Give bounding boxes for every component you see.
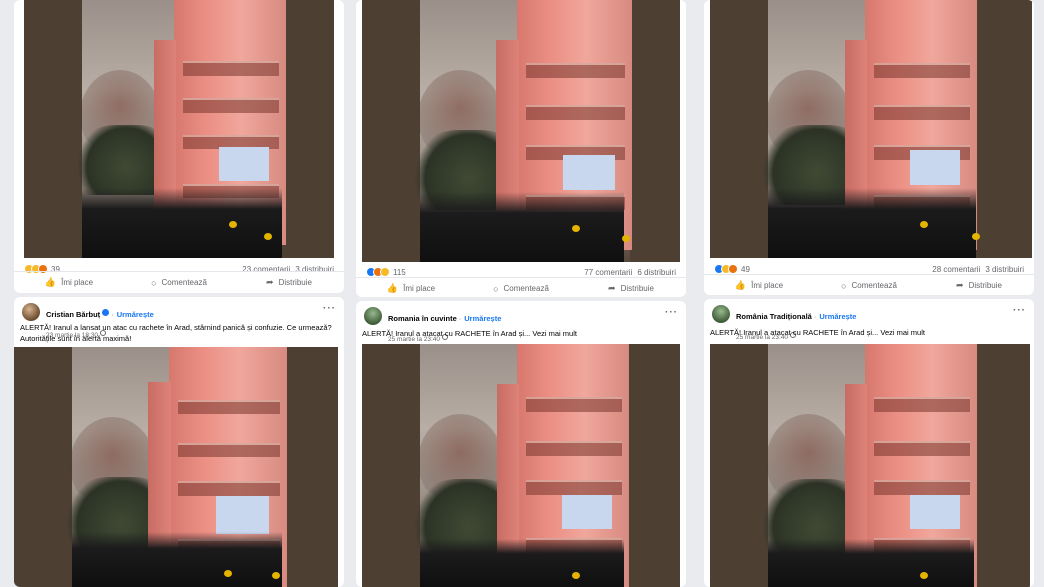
share-button[interactable]: ➦ Distribuie xyxy=(576,278,686,297)
post-photo[interactable] xyxy=(362,0,680,262)
comment-label: Comentează xyxy=(851,281,897,290)
reaction-summary[interactable]: 49 xyxy=(714,264,750,274)
reaction-count: 49 xyxy=(741,264,750,274)
comment-label: Comentează xyxy=(503,284,549,293)
comment-button[interactable]: ○ Comentează xyxy=(124,272,234,293)
author-avatar[interactable] xyxy=(22,303,40,321)
post-card-top: 49 28 comentarii 3 distribuiri 👍 Îmi plac… xyxy=(704,0,1034,295)
post-card: Cristian Bărbuț · Urmărește 23 martie la 1… xyxy=(14,297,344,587)
more-options-icon[interactable]: ··· xyxy=(323,303,336,314)
like-button[interactable]: 👍 Îmi place xyxy=(356,278,466,297)
separator-dot: · xyxy=(813,312,817,321)
share-count[interactable]: 3 distribuiri xyxy=(985,265,1024,274)
thumbs-up-icon: 👍 xyxy=(44,277,57,287)
comment-button[interactable]: ○ Comentează xyxy=(814,275,924,295)
share-count[interactable]: 6 distribuiri xyxy=(637,268,676,277)
post-photo[interactable] xyxy=(24,0,334,258)
comment-button[interactable]: ○ Comentează xyxy=(466,278,576,297)
follow-button[interactable]: Urmărește xyxy=(464,314,501,323)
post-photo[interactable] xyxy=(710,0,1032,258)
haha-reaction-icon xyxy=(380,267,390,277)
comment-count[interactable]: 28 comentarii xyxy=(932,265,980,274)
post-card: Romania în cuvinte · Urmărește 25 martie l… xyxy=(356,301,686,587)
like-label: Îmi place xyxy=(403,284,436,293)
like-label: Îmi place xyxy=(751,281,784,290)
post-text: ALERTĂ! Iranul a atacat cu RACHETE în Ar… xyxy=(362,329,577,338)
follow-button[interactable]: Urmărește xyxy=(819,312,856,321)
post-card: România Tradițională · Urmărește 25 martie… xyxy=(704,299,1034,587)
thumbs-up-icon: 👍 xyxy=(734,280,747,290)
author-name[interactable]: Romania în cuvinte xyxy=(388,314,457,323)
separator-dot: · xyxy=(458,314,462,323)
share-icon: ➦ xyxy=(608,283,616,293)
reaction-count: 115 xyxy=(393,267,406,277)
comment-icon: ○ xyxy=(841,280,847,291)
post-text: ALERTĂ! Iranul a lansat un atac cu rache… xyxy=(20,323,332,343)
share-button[interactable]: ➦ Distribuie xyxy=(234,272,344,293)
share-label: Distribuie xyxy=(620,284,654,293)
share-icon: ➦ xyxy=(266,277,274,287)
reaction-summary[interactable]: 115 xyxy=(366,267,406,277)
author-name[interactable]: Cristian Bărbuț xyxy=(46,310,100,319)
post-photo[interactable] xyxy=(710,344,1030,587)
comment-label: Comentează xyxy=(161,278,207,287)
angry-reaction-icon xyxy=(728,264,738,274)
author-name[interactable]: România Tradițională xyxy=(736,312,812,321)
like-button[interactable]: 👍 Îmi place xyxy=(14,272,124,293)
action-bar: 👍 Îmi place ○ Comentează ➦ Distribuie xyxy=(356,277,686,297)
author-avatar[interactable] xyxy=(712,305,730,323)
like-button[interactable]: 👍 Îmi place xyxy=(704,275,814,295)
post-photo[interactable] xyxy=(362,344,680,587)
share-icon: ➦ xyxy=(956,280,964,290)
share-label: Distribuie xyxy=(278,278,312,287)
follow-button[interactable]: Urmărește xyxy=(117,310,154,319)
thumbs-up-icon: 👍 xyxy=(386,283,399,293)
more-options-icon[interactable]: ··· xyxy=(1013,305,1026,316)
share-label: Distribuie xyxy=(968,281,1002,290)
more-options-icon[interactable]: ··· xyxy=(665,307,678,318)
action-bar: 👍 Îmi place ○ Comentează ➦ Distribuie xyxy=(704,274,1034,295)
comment-icon: ○ xyxy=(493,283,499,294)
verified-badge-icon xyxy=(102,309,110,317)
post-photo[interactable] xyxy=(14,347,338,587)
action-bar: 👍 Îmi place ○ Comentează ➦ Distribuie xyxy=(14,271,344,293)
like-label: Îmi place xyxy=(61,278,94,287)
post-card-top: 115 77 comentarii 6 distribuiri 👍 Îmi pla… xyxy=(356,0,686,297)
comment-count[interactable]: 77 comentarii xyxy=(584,268,632,277)
post-card-top: 39 23 comentarii 3 distribuiri 👍 Îmi plac… xyxy=(14,0,344,293)
comment-icon: ○ xyxy=(151,277,157,288)
author-avatar[interactable] xyxy=(364,307,382,325)
share-button[interactable]: ➦ Distribuie xyxy=(924,275,1034,295)
separator-dot: · xyxy=(111,310,114,319)
post-text: ALERTĂ! Iranul a atacat cu RACHETE în Ar… xyxy=(710,328,925,337)
